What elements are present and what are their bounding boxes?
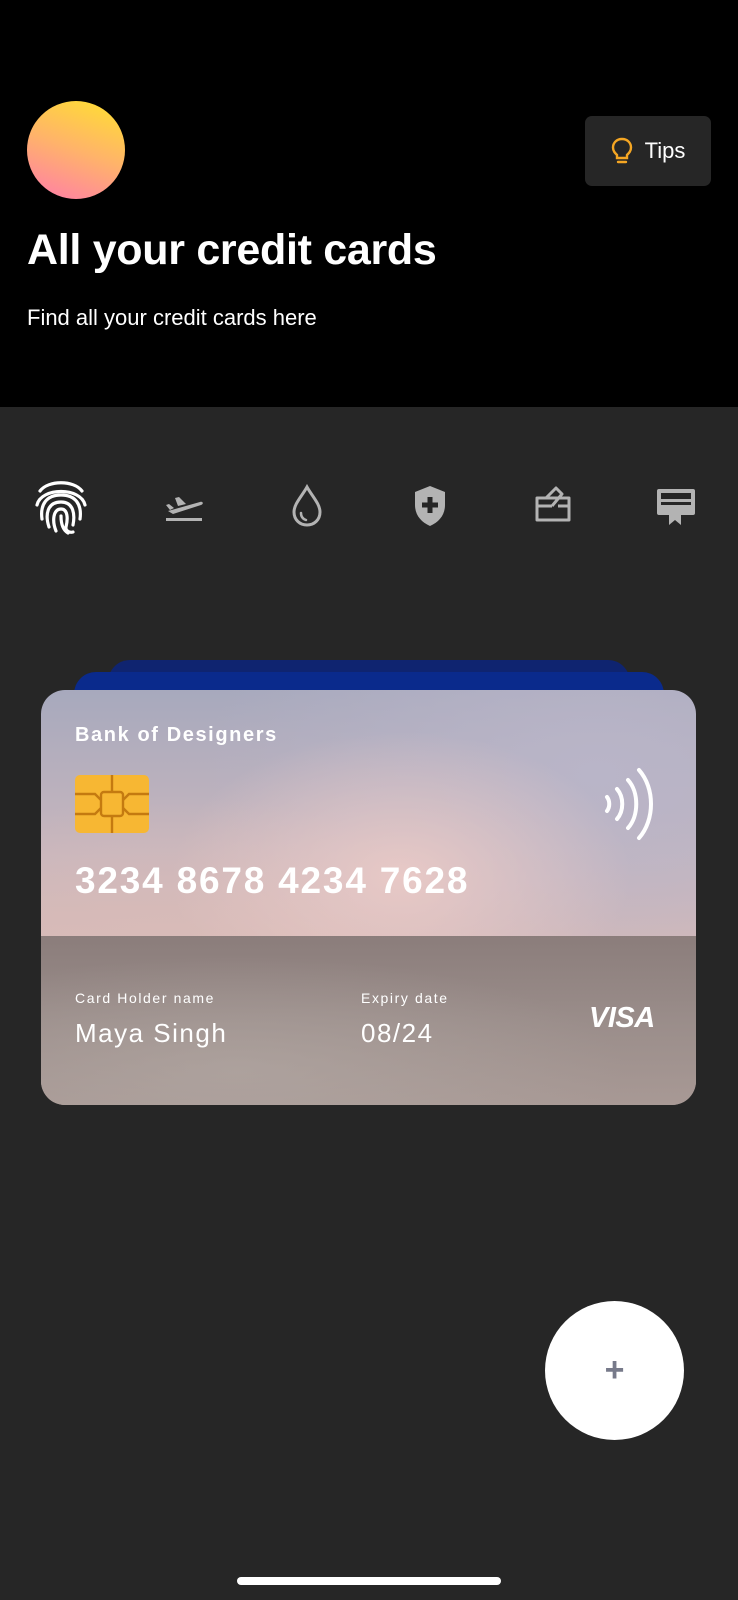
category-icon-row [0, 470, 738, 542]
header: Tips All your credit cards Find all your… [0, 0, 738, 407]
health-shield-icon[interactable] [394, 470, 466, 542]
bank-name: Bank of Designers [75, 724, 278, 746]
holder-label: Card Holder name [75, 990, 215, 1006]
tips-button[interactable]: Tips [585, 116, 711, 186]
avatar[interactable] [27, 101, 125, 199]
gift-card-icon[interactable] [517, 470, 589, 542]
visa-logo: VISA [589, 1002, 655, 1034]
credit-card[interactable]: Bank of Designers 3234 8678 4234 7628 Ca… [41, 690, 696, 1105]
page-subtitle: Find all your credit cards here [27, 305, 317, 330]
expiry-value: 08/24 [361, 1018, 434, 1048]
contactless-icon [601, 766, 653, 842]
water-drop-icon[interactable] [271, 470, 343, 542]
page-title: All your credit cards [27, 226, 437, 274]
loyalty-card-icon[interactable] [640, 470, 712, 542]
holder-name: Maya Singh [75, 1018, 228, 1048]
card-number: 3234 8678 4234 7628 [75, 860, 470, 901]
fingerprint-icon[interactable] [25, 470, 97, 542]
expiry-label: Expiry date [361, 990, 449, 1006]
lightbulb-icon [611, 137, 633, 165]
add-card-button[interactable]: + [545, 1301, 684, 1440]
chip-icon [75, 775, 149, 833]
flight-takeoff-icon[interactable] [148, 470, 220, 542]
tips-label: Tips [644, 138, 686, 163]
home-indicator[interactable] [237, 1577, 501, 1585]
plus-icon: + [604, 1351, 625, 1389]
